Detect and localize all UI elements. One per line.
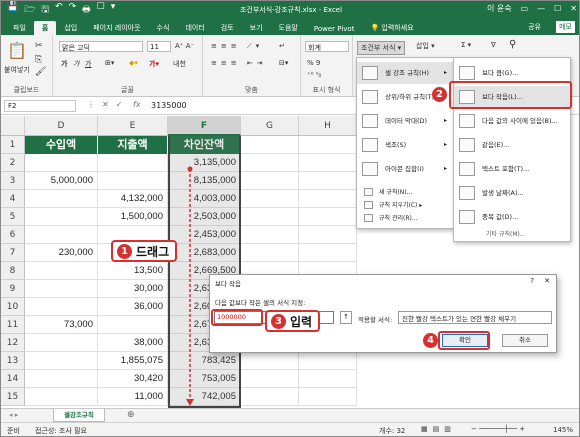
sheet-tab-bar: ◂ ▸ 셀강조규칙 ⊕ bbox=[1, 408, 579, 422]
count-status: 개수: 32 bbox=[379, 427, 406, 435]
sheet-nav-icons[interactable]: ◂ ▸ bbox=[9, 411, 18, 419]
zoom-level[interactable]: 145% bbox=[553, 426, 573, 434]
drag-arrow bbox=[186, 166, 194, 406]
zoom-slider[interactable]: − ──────┼── + bbox=[471, 425, 525, 433]
excel-window: 💾 🗁 🖫 ↶ ↷ 🖶 ☐ ▾ 조건부서식-강조규칙.xlsx - Excel … bbox=[0, 0, 580, 437]
sheet-tab-active[interactable]: 셀강조규칙 bbox=[53, 409, 105, 422]
status-bar: 준비 접근성: 조사 필요 개수: 32 ▦▤▥ − ──────┼── + 1… bbox=[1, 422, 579, 436]
accessibility-status[interactable]: 접근성: 조사 필요 bbox=[35, 426, 87, 436]
view-mode-icons[interactable]: ▦▤▥ bbox=[421, 425, 456, 433]
status-ready: 준비 bbox=[7, 427, 20, 435]
add-sheet-icon[interactable]: ⊕ bbox=[127, 410, 135, 420]
